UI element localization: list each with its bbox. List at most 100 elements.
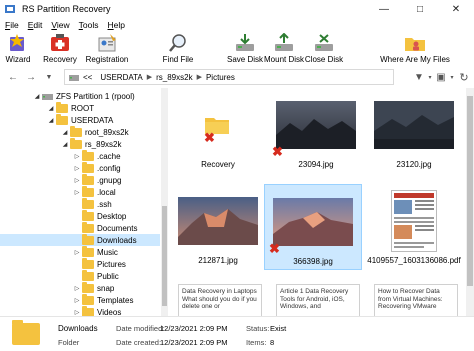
tree-item-userdata[interactable]: ◢ USERDATA xyxy=(46,113,113,126)
tree-item-label: Templates xyxy=(97,295,134,305)
deleted-mark-icon: ✖ xyxy=(269,241,280,256)
tree-item-videos[interactable]: ▷ Videos xyxy=(72,305,121,316)
address-bar[interactable]: << USERDATA ▶ rs_89xs2k ▶ Pictures xyxy=(64,69,394,85)
tree-item-templates[interactable]: ▷ Templates xyxy=(72,293,134,306)
tree-item-rs-89xs2k[interactable]: ◢ rs_89xs2k xyxy=(60,137,121,150)
close-disk-button[interactable]: Close Disk xyxy=(305,31,343,67)
maximize-button[interactable]: □ xyxy=(402,0,438,18)
filter-chevron-icon[interactable]: ▾ xyxy=(426,68,434,86)
deleted-mark-icon: ✖ xyxy=(204,130,215,145)
expand-arrow-icon[interactable]: ▷ xyxy=(72,165,82,172)
tree-item-ssh[interactable]: .ssh xyxy=(82,197,112,210)
tree-item-label: Public xyxy=(97,271,119,281)
tree-item-label: .local xyxy=(97,187,116,197)
registration-button[interactable]: Registration xyxy=(84,31,130,67)
file-item-recovery-folder[interactable]: ✖ Recovery xyxy=(170,88,266,172)
save-disk-button[interactable]: Save Disk xyxy=(227,31,263,67)
file-grid-scrollbar[interactable] xyxy=(466,88,474,316)
expand-arrow-icon[interactable]: ▷ xyxy=(72,189,82,196)
breadcrumb-overflow[interactable]: << xyxy=(79,73,96,82)
tree-item-config[interactable]: ▷ .config xyxy=(72,161,121,174)
menu-tools[interactable]: Tools xyxy=(74,20,103,30)
find-file-button[interactable]: Find File xyxy=(160,31,196,67)
expand-arrow-icon[interactable]: ▷ xyxy=(72,309,82,316)
pdf-preview xyxy=(391,190,437,252)
collapse-arrow-icon[interactable]: ◢ xyxy=(46,117,56,124)
recovery-button[interactable]: Recovery xyxy=(40,31,80,67)
file-item-doc-tools[interactable]: Article 1 Data Recovery Tools for Androi… xyxy=(274,284,362,316)
recovery-icon xyxy=(51,34,69,51)
minimize-button[interactable]: — xyxy=(366,0,402,18)
menu-file-rest: ile xyxy=(10,19,19,30)
folder-icon xyxy=(82,185,94,197)
forward-arrow-icon[interactable]: → xyxy=(22,68,40,86)
tree-item-label: .ssh xyxy=(97,199,112,209)
expand-arrow-icon[interactable]: ▷ xyxy=(72,297,82,304)
expand-arrow-icon[interactable]: ▷ xyxy=(72,249,82,256)
view-mode-chevron-icon[interactable]: ▾ xyxy=(448,68,456,86)
tree-scrollbar[interactable] xyxy=(161,88,168,316)
breadcrumb-pictures[interactable]: Pictures xyxy=(202,73,239,82)
close-disk-icon xyxy=(315,34,333,51)
folder-icon xyxy=(82,233,94,245)
expand-arrow-icon[interactable]: ▷ xyxy=(72,177,82,184)
collapse-arrow-icon[interactable]: ◢ xyxy=(60,141,70,148)
file-item-23120[interactable]: 23120.jpg xyxy=(366,88,462,172)
tree-item-root[interactable]: ◢ ROOT xyxy=(46,101,94,114)
document-preview: Data Recovery in Laptops What should you… xyxy=(178,284,262,316)
file-item-doc-virtual-machines[interactable]: How to Recover Data from Virtual Machine… xyxy=(372,284,460,316)
back-arrow-icon[interactable]: ← xyxy=(4,68,22,86)
image-preview xyxy=(276,101,356,149)
tree-item-documents[interactable]: Documents xyxy=(82,221,137,234)
tree-item-downloads[interactable]: Downloads xyxy=(0,233,160,246)
tree-item-music[interactable]: ▷ Music xyxy=(72,245,118,258)
wizard-button[interactable]: Wizard xyxy=(4,31,32,67)
expand-arrow-icon[interactable]: ▷ xyxy=(72,153,82,160)
tree-item-label: Pictures xyxy=(97,259,126,269)
file-item-pdf[interactable]: 4109557_1603136086.pdf xyxy=(366,184,462,268)
tree-item-zfs-partition[interactable]: ◢ ZFS Partition 1 (rpool) xyxy=(32,90,135,102)
file-thumbnail: ✖ xyxy=(272,94,358,158)
file-thumbnail xyxy=(372,190,456,252)
close-window-button[interactable]: ✕ xyxy=(438,0,474,18)
registration-icon xyxy=(98,34,116,52)
view-mode-icon[interactable]: ▣ xyxy=(434,68,448,86)
tree-item-desktop[interactable]: Desktop xyxy=(82,209,126,222)
file-item-212871[interactable]: 212871.jpg xyxy=(170,184,266,268)
tree-scrollbar-thumb[interactable] xyxy=(162,206,167,306)
filter-icon[interactable]: ▼ xyxy=(412,68,426,86)
menu-file[interactable]: File xyxy=(0,20,23,30)
mount-disk-button[interactable]: Mount Disk xyxy=(264,31,304,67)
where-are-my-files-button[interactable]: Where Are My Files xyxy=(380,31,450,67)
file-item-366398[interactable]: ✖ 366398.jpg xyxy=(264,184,362,270)
file-grid: ✖ Recovery ✖ 23094.jpg 23120.jpg 212871.… xyxy=(170,88,466,316)
tree-item-gnupg[interactable]: ▷ .gnupg xyxy=(72,173,121,186)
file-item-doc-laptops[interactable]: Data Recovery in Laptops What should you… xyxy=(176,284,264,316)
menu-bar: File Edit View Tools Help xyxy=(0,18,474,31)
tree-item-root-89xs2k[interactable]: ◢ root_89xs2k xyxy=(60,125,129,138)
tree-item-cache[interactable]: ▷ .cache xyxy=(72,149,121,162)
folder-icon xyxy=(82,221,94,233)
tree-item-pictures[interactable]: Pictures xyxy=(82,257,126,270)
tree-item-local[interactable]: ▷ .local xyxy=(72,185,116,198)
status-created-label: Date created: xyxy=(116,338,162,347)
app-icon xyxy=(5,5,15,13)
image-preview xyxy=(374,101,454,149)
file-thumbnail: ✖ xyxy=(269,191,355,256)
recent-locations-chevron-icon[interactable]: ▼ xyxy=(40,68,58,86)
breadcrumb-userdata[interactable]: USERDATA xyxy=(96,73,146,82)
collapse-arrow-icon[interactable]: ◢ xyxy=(60,129,70,136)
tree-item-public[interactable]: Public xyxy=(82,269,119,282)
tree-item-snap[interactable]: ▷ snap xyxy=(72,281,114,294)
file-item-23094[interactable]: ✖ 23094.jpg xyxy=(268,88,364,172)
collapse-arrow-icon[interactable]: ◢ xyxy=(46,105,56,112)
refresh-icon[interactable]: ↻ xyxy=(456,68,472,86)
collapse-arrow-icon[interactable]: ◢ xyxy=(32,93,42,100)
menu-view[interactable]: View xyxy=(46,20,73,30)
recovery-label: Recovery xyxy=(43,55,77,64)
file-grid-scrollbar-thumb[interactable] xyxy=(467,96,473,286)
breadcrumb-rs-89xs2k[interactable]: rs_89xs2k xyxy=(152,73,196,82)
expand-arrow-icon[interactable]: ▷ xyxy=(72,285,82,292)
menu-help[interactable]: Help xyxy=(103,20,129,30)
menu-edit[interactable]: Edit xyxy=(23,20,47,30)
